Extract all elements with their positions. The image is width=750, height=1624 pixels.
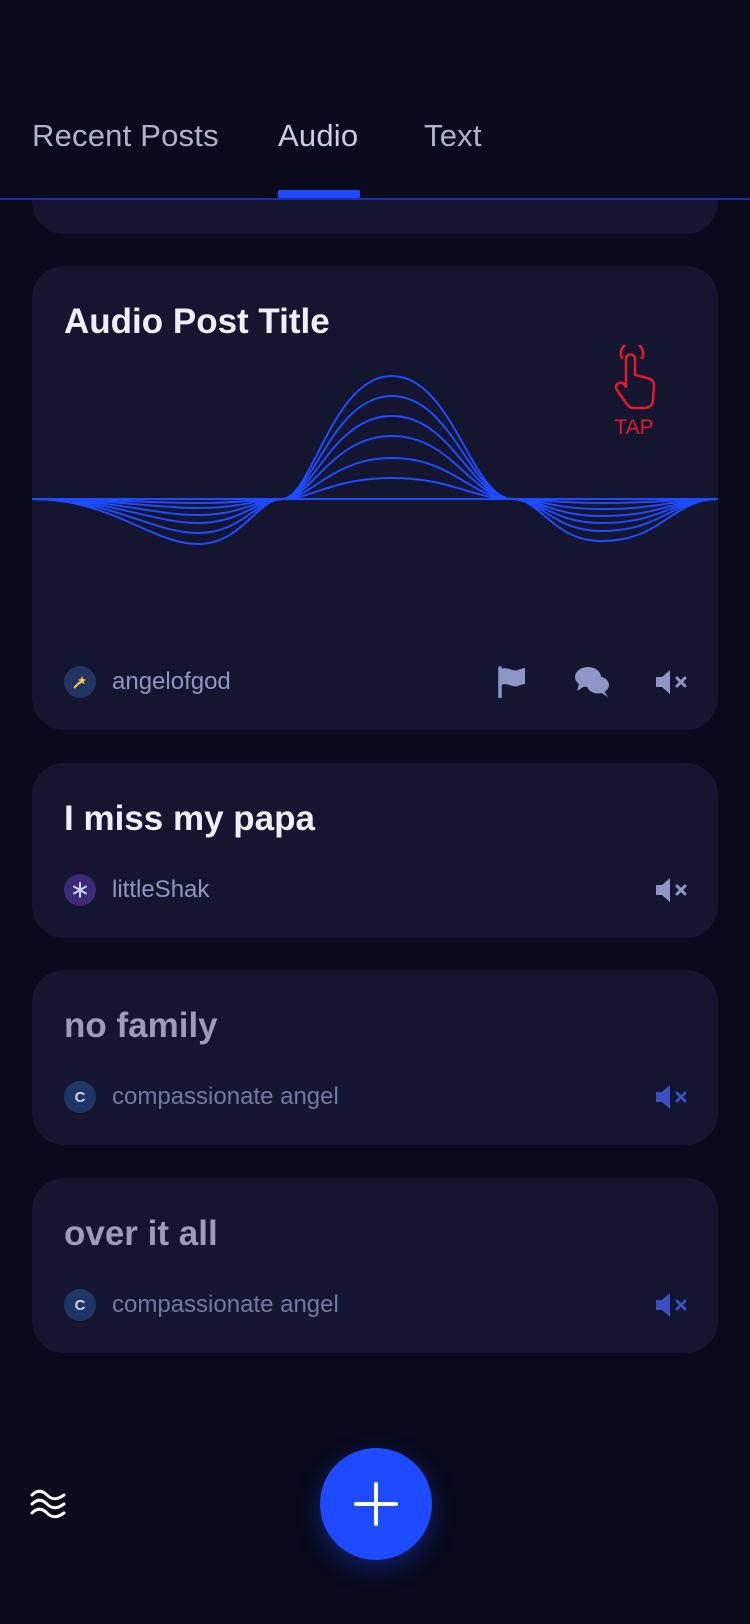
post-author[interactable]: C compassionate angel: [64, 1080, 339, 1114]
post-card[interactable]: I miss my papa littleShak: [32, 763, 718, 938]
mute-icon[interactable]: [652, 1077, 692, 1117]
post-card[interactable]: no family C compassionate angel: [32, 970, 718, 1145]
waves-menu-icon[interactable]: [30, 1486, 66, 1522]
author-name: angelofgod: [112, 668, 231, 695]
tab-bar: Recent Posts Audio Text: [0, 0, 750, 200]
post-author[interactable]: littleShak: [64, 873, 209, 907]
author-name: compassionate angel: [112, 1083, 339, 1110]
post-card[interactable]: over it all C compassionate angel: [32, 1178, 718, 1353]
post-title: I miss my papa: [64, 799, 315, 838]
mute-icon[interactable]: [652, 662, 692, 702]
post-title: Audio Post Title: [64, 302, 330, 341]
shooting-star-icon: [64, 666, 96, 698]
tap-hand-icon: [614, 341, 656, 410]
tap-hint: TAP: [588, 341, 680, 440]
tap-label: TAP: [614, 416, 654, 439]
audio-post-card[interactable]: Audio Post Title angelofgod: [32, 266, 718, 730]
post-title: no family: [64, 1006, 218, 1045]
author-name: littleShak: [112, 876, 210, 903]
mute-icon[interactable]: [652, 1285, 692, 1325]
avatar-initial: C: [64, 1081, 96, 1113]
avatar-initial: C: [64, 1289, 96, 1321]
post-title: over it all: [64, 1214, 218, 1253]
active-tab-indicator: [278, 190, 360, 198]
author-name: compassionate angel: [112, 1291, 339, 1318]
tab-audio[interactable]: Audio: [278, 118, 358, 154]
snowflake-icon: [64, 874, 96, 906]
plus-icon: [354, 1482, 398, 1526]
mute-icon[interactable]: [652, 870, 692, 910]
tab-recent-posts[interactable]: Recent Posts: [32, 118, 219, 154]
flag-icon[interactable]: [492, 662, 532, 702]
post-author[interactable]: C compassionate angel: [64, 1288, 339, 1322]
add-post-button[interactable]: [320, 1448, 432, 1560]
comment-icon[interactable]: [572, 662, 612, 702]
previous-post-card[interactable]: [32, 200, 718, 234]
post-author[interactable]: angelofgod: [64, 665, 231, 699]
tab-text[interactable]: Text: [424, 118, 482, 154]
